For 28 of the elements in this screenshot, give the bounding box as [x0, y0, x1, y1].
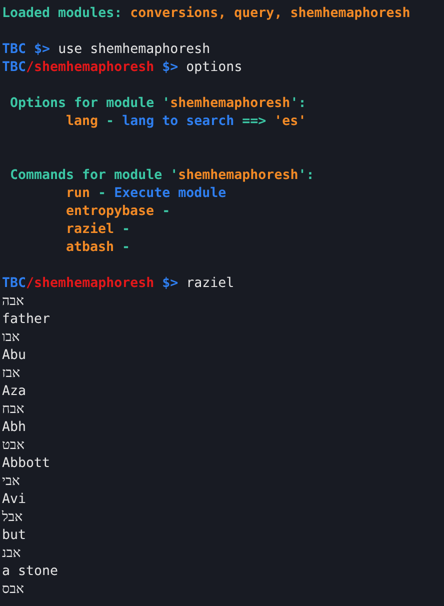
- output-line: אבז: [2, 365, 20, 383]
- option-line: run - Execute module: [66, 185, 226, 203]
- output-line: Abh: [2, 419, 26, 437]
- output-line: a stone: [2, 563, 58, 581]
- output-line: Abu: [2, 347, 26, 365]
- status-line: Loaded modules: conversions, query, shemhemaphoresh: [2, 5, 410, 23]
- section-heading: Commands for module 'shemhemaphoresh':: [10, 167, 314, 185]
- option-line: raziel -: [66, 221, 130, 239]
- output-line: אבל: [2, 509, 23, 527]
- option-line: entropybase -: [66, 203, 170, 221]
- prompt-line: TBC $> use shemhemaphoresh: [2, 41, 210, 59]
- output-line: אבס: [2, 581, 24, 599]
- output-line: father: [2, 311, 50, 329]
- output-line: אבה: [2, 293, 24, 311]
- output-line: אבט: [2, 437, 24, 455]
- output-line: Abbott: [2, 455, 50, 473]
- option-line: lang - lang to search ==> 'es': [66, 113, 306, 131]
- section-heading: Options for module 'shemhemaphoresh':: [10, 95, 306, 113]
- output-line: אבנ: [2, 545, 21, 563]
- output-line: Avi: [2, 491, 26, 509]
- prompt-line: TBC/shemhemaphoresh $> raziel: [2, 275, 234, 293]
- output-line: אבי: [2, 473, 20, 491]
- output-line: אבח: [2, 401, 24, 419]
- output-line: Aza: [2, 383, 26, 401]
- output-line: but: [2, 527, 26, 545]
- option-line: atbash -: [66, 239, 130, 257]
- prompt-line: TBC/shemhemaphoresh $> options: [2, 59, 242, 77]
- output-line: אבו: [2, 329, 20, 347]
